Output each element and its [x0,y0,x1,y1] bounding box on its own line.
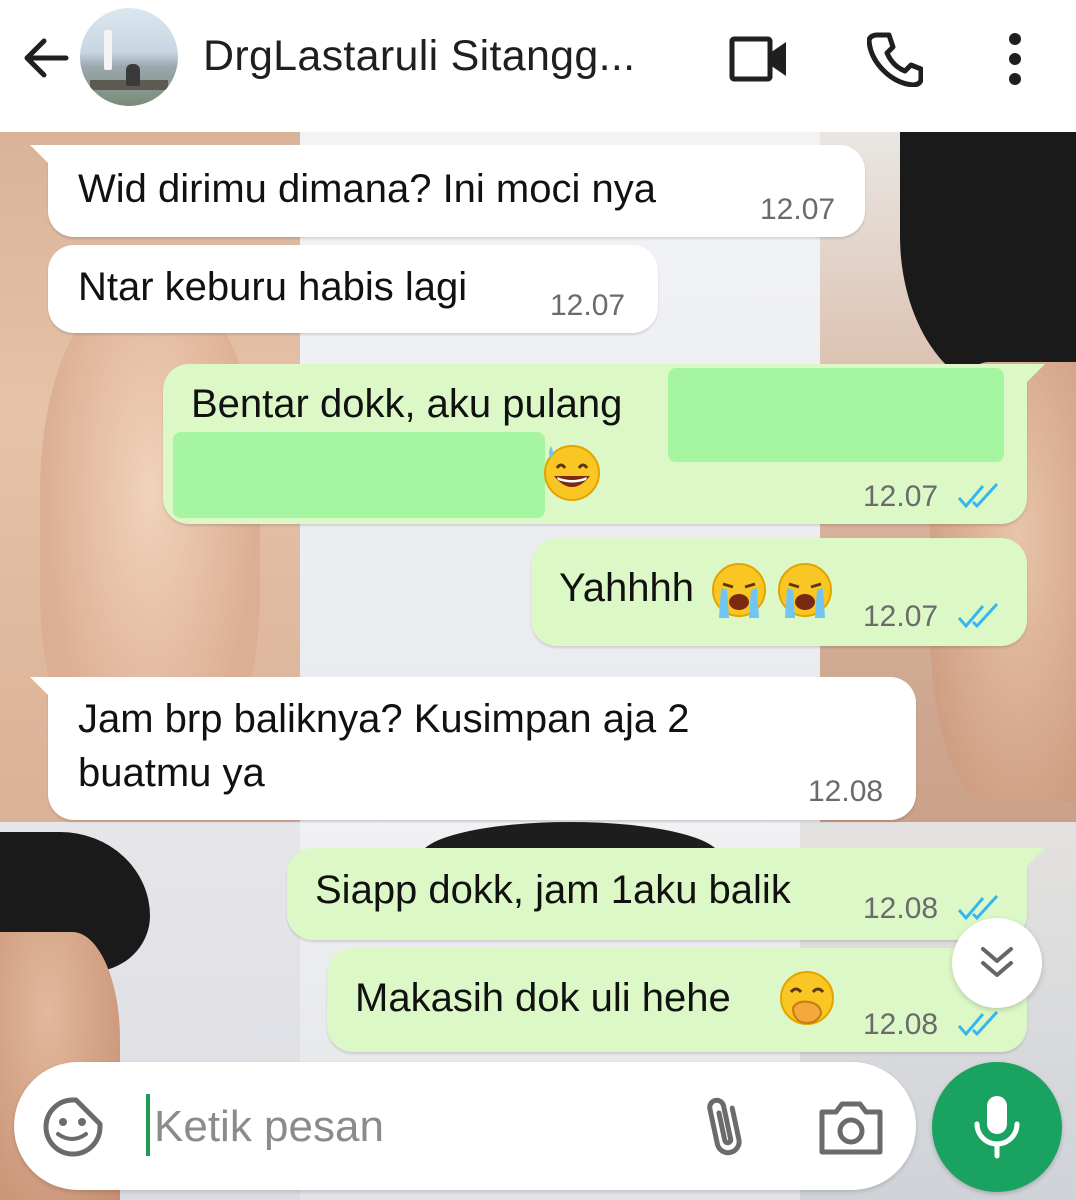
camera-icon[interactable] [818,1098,884,1156]
read-ticks-icon [957,482,999,509]
back-arrow-icon [24,38,69,78]
message-input[interactable] [154,1092,674,1162]
loudly-crying-face-icon [778,563,832,618]
loudly-crying-face-icon [712,563,766,618]
message-text: Bentar dokk, aku pulang [191,382,623,426]
scroll-to-bottom-button[interactable] [952,918,1042,1008]
message-text: Makasih dok uli hehe [355,976,731,1020]
message-time: 12.08 [863,892,939,925]
back-button[interactable] [18,30,74,86]
read-ticks-icon [957,1010,999,1037]
message-time: 12.07 [760,193,836,226]
double-chevron-down-icon [981,947,1013,977]
face-with-hand-over-mouth-icon [780,971,834,1025]
sticker-icon[interactable] [42,1096,104,1158]
avatar[interactable] [80,8,178,106]
read-ticks-icon [957,602,999,629]
contact-name[interactable]: DrgLastaruli Sitangg... [203,32,635,81]
chat-header: DrgLastaruli Sitangg... [0,0,1076,132]
voice-call-button[interactable] [864,28,926,90]
message-bubble-outgoing[interactable]: Makasih dok uli hehe 12.08 [327,948,1027,1052]
message-bubble-incoming[interactable]: Jam brp baliknya? Kusimpan aja 2 buatmu … [30,677,916,820]
message-text: Jam brp baliknya? Kusimpan aja 2 [78,697,690,741]
voice-call-icon [867,32,923,87]
mic-icon [974,1096,1020,1159]
message-text: Ntar keburu habis lagi [78,265,468,309]
redaction-block [173,432,545,518]
message-text: buatmu ya [78,751,265,795]
grinning-sweat-face-icon [544,445,600,501]
video-call-icon [729,36,786,82]
message-text: Siapp dokk, jam 1aku balik [315,868,791,912]
message-bubble-incoming[interactable]: Ntar keburu habis lagi 12.07 [48,245,658,333]
voice-record-button[interactable] [932,1062,1062,1192]
message-text: Yahhhh [559,566,694,610]
message-bubble-outgoing[interactable]: Yahhhh 12.07 [531,538,1027,646]
text-caret [146,1094,150,1156]
message-bubble-outgoing[interactable]: Siapp dokk, jam 1aku balik 12.08 [287,848,1045,940]
message-text: Wid dirimu dimana? Ini moci nya [78,167,656,211]
message-bubble-incoming[interactable]: Wid dirimu dimana? Ini moci nya 12.07 [30,145,865,237]
message-time: 12.08 [808,775,884,808]
message-bubble-outgoing[interactable]: Bentar dokk, aku pulang 12.07 [163,364,1045,524]
message-time: 12.07 [550,289,626,322]
more-options-button[interactable] [984,28,1046,90]
message-time: 12.08 [863,1008,939,1041]
message-time: 12.07 [863,600,939,633]
video-call-button[interactable] [728,28,790,90]
message-time: 12.07 [863,480,939,513]
more-options-icon [1009,33,1021,85]
redaction-block [668,368,1004,462]
attach-icon[interactable] [698,1092,752,1162]
message-composer [14,1062,916,1190]
